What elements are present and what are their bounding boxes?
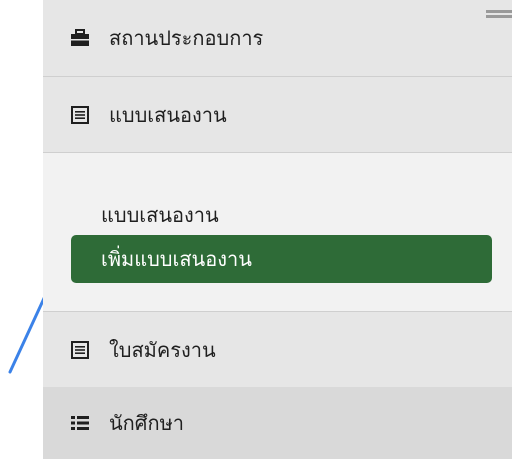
- job-proposal-submenu: แบบเสนองาน เพิ่มแบบเสนองาน: [43, 153, 512, 311]
- sidebar-item-label: สถานประกอบการ: [109, 26, 264, 50]
- submenu-item-label: เพิ่มแบบเสนองาน: [101, 247, 252, 271]
- sidebar-item-label: ใบสมัครงาน: [109, 337, 216, 362]
- sidebar: สถานประกอบการ แบบเสนองาน แบบเสนองาน เพิ่…: [43, 0, 512, 459]
- page: สถานประกอบการ แบบเสนองาน แบบเสนองาน เพิ่…: [0, 0, 512, 459]
- list-icon: [69, 104, 91, 126]
- list-icon: [69, 339, 91, 361]
- sidebar-item-establishment[interactable]: สถานประกอบการ: [43, 0, 512, 77]
- sidebar-item-label: แบบเสนองาน: [109, 102, 227, 127]
- submenu-item-add-job-proposal[interactable]: เพิ่มแบบเสนองาน: [71, 235, 492, 283]
- list-ul-icon: [69, 412, 91, 434]
- submenu-item-job-proposal[interactable]: แบบเสนองาน: [101, 199, 219, 231]
- sidebar-item-job-application[interactable]: ใบสมัครงาน: [43, 311, 512, 387]
- briefcase-icon: [69, 27, 91, 49]
- sidebar-item-students[interactable]: นักศึกษา: [43, 387, 512, 459]
- menu-toggle-icon[interactable]: [486, 10, 512, 22]
- sidebar-item-label: นักศึกษา: [109, 411, 184, 435]
- sidebar-item-job-proposal[interactable]: แบบเสนองาน: [43, 77, 512, 153]
